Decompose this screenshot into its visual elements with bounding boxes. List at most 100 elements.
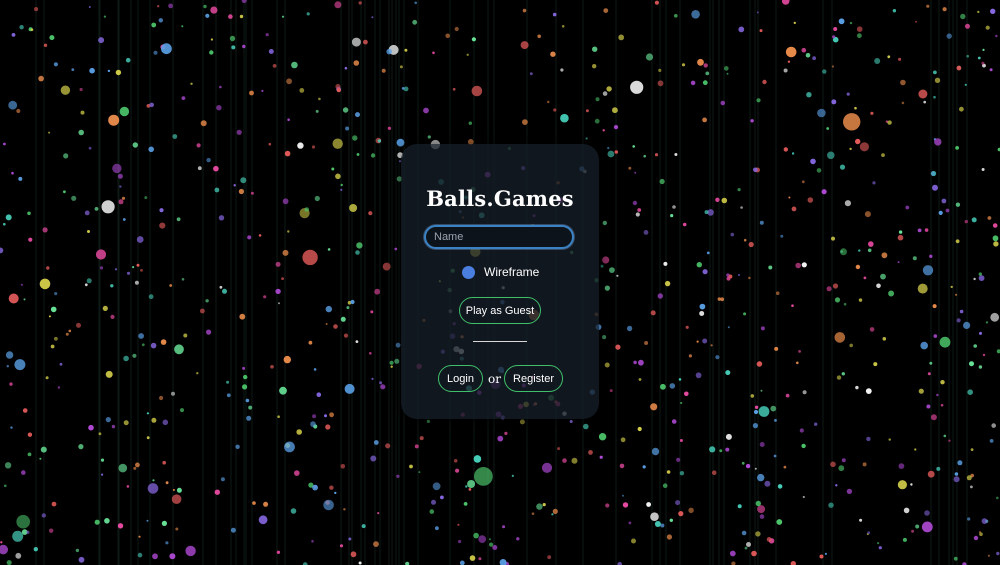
ball [157, 5, 160, 8]
ball [355, 340, 359, 343]
ball [757, 473, 765, 482]
ball [332, 138, 343, 149]
ball [933, 334, 938, 338]
ball [315, 109, 319, 113]
ball [499, 559, 507, 565]
ball [148, 294, 154, 300]
ball [989, 68, 993, 72]
ball [645, 53, 654, 61]
ball [748, 241, 754, 248]
ball [777, 484, 783, 489]
ball [159, 222, 166, 229]
ball [458, 539, 462, 544]
ball [396, 138, 405, 147]
ball [942, 7, 947, 12]
ball [252, 501, 256, 505]
ball [960, 13, 966, 20]
ball [706, 251, 710, 255]
ball [981, 61, 985, 65]
ball [110, 314, 115, 319]
play-as-guest-button[interactable]: Play as Guest [459, 297, 541, 324]
ball [602, 220, 607, 226]
ball [373, 440, 379, 445]
ball [985, 321, 989, 324]
ball [806, 92, 812, 98]
ball [454, 26, 459, 32]
ball [371, 377, 374, 380]
ball [176, 487, 182, 493]
ball [776, 519, 783, 525]
ball [915, 524, 920, 529]
ball [219, 285, 223, 289]
name-input[interactable] [424, 225, 574, 249]
ball [39, 457, 42, 460]
ball [12, 530, 24, 542]
ball [887, 120, 892, 125]
ball [318, 97, 321, 101]
ball [226, 393, 231, 398]
ball [926, 4, 930, 8]
app-title: Balls.Games [426, 186, 574, 211]
ball [622, 502, 629, 508]
ball [240, 177, 247, 184]
ball [731, 561, 736, 565]
ball [932, 184, 938, 191]
ball [141, 343, 145, 347]
ball [955, 202, 961, 207]
ball [361, 524, 366, 529]
ball [54, 336, 58, 341]
ball [306, 12, 310, 16]
ball [827, 151, 835, 160]
ball [607, 150, 615, 158]
ball [936, 466, 941, 471]
ball [75, 548, 80, 553]
ball [158, 18, 163, 23]
ball [660, 523, 665, 528]
ball [996, 551, 1000, 556]
ball [226, 380, 230, 384]
ball [281, 277, 284, 280]
ball [522, 119, 528, 125]
ball [679, 439, 683, 442]
ball [49, 528, 54, 533]
ball [783, 147, 788, 152]
ball [468, 121, 472, 125]
ball [247, 235, 252, 240]
ball [950, 285, 953, 289]
ball [981, 518, 988, 524]
ball [666, 534, 673, 540]
ball [766, 537, 772, 542]
register-button[interactable]: Register [504, 365, 563, 392]
ball [866, 436, 871, 442]
ball [409, 464, 413, 469]
ball [162, 460, 166, 465]
ball [929, 361, 933, 365]
ball [967, 389, 973, 396]
ball [817, 108, 826, 118]
ball [282, 198, 289, 205]
ball [275, 261, 281, 267]
ball [175, 527, 179, 531]
ball [314, 195, 320, 202]
ball [529, 72, 533, 76]
ball [325, 305, 332, 313]
wireframe-toggle-row[interactable]: Wireframe [462, 264, 539, 280]
ball [76, 322, 81, 328]
ball [859, 142, 870, 152]
ball [404, 48, 408, 52]
ball [926, 404, 931, 409]
ball [118, 463, 128, 473]
ball [609, 389, 613, 393]
ball [979, 331, 982, 335]
login-button[interactable]: Login [438, 365, 483, 392]
ball [138, 535, 141, 538]
ball [22, 408, 28, 413]
ball [50, 306, 57, 313]
ball [151, 22, 157, 28]
ball [432, 482, 441, 491]
ball [242, 44, 246, 49]
ball [200, 308, 205, 314]
wireframe-toggle-icon[interactable] [462, 265, 475, 279]
ball [19, 25, 24, 30]
ball [748, 276, 751, 280]
